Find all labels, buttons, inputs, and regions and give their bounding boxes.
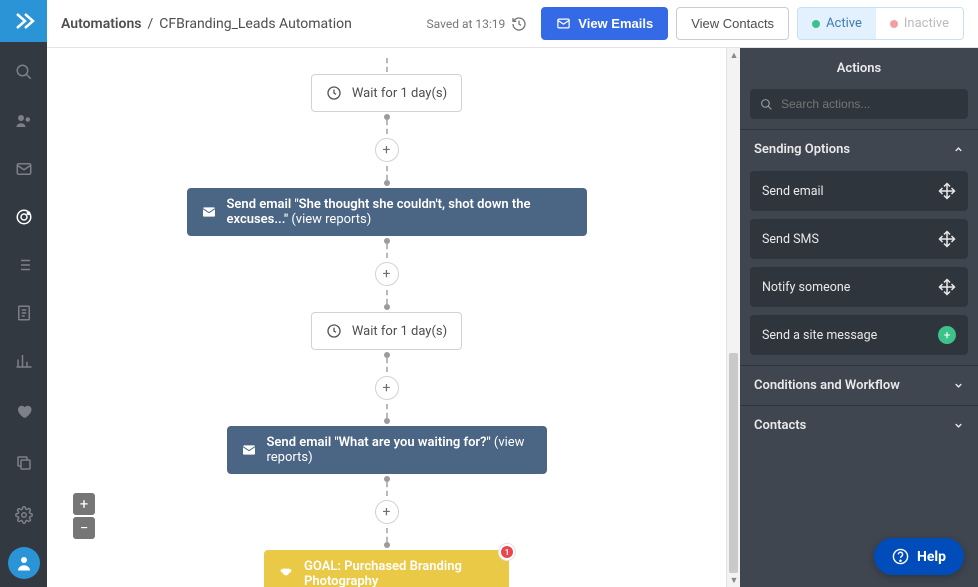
view-emails-label: View Emails [578,16,653,31]
action-site-message[interactable]: Send a site message + [750,315,968,355]
envelope-icon [241,442,257,458]
zoom-in-button[interactable]: + [73,493,95,515]
clock-icon [326,323,342,339]
wait-node-label: Wait for 1 day(s) [352,86,447,101]
section-conditions: Conditions and Workflow [740,365,978,405]
search-icon [760,98,773,111]
move-icon [938,230,956,248]
move-icon [938,278,956,296]
add-node-button[interactable]: + [375,376,399,400]
forms-icon[interactable] [0,295,47,331]
envelope-icon [201,204,217,220]
canvas-area: Wait for 1 day(s) + Send email "She thou… [47,48,740,587]
contacts-icon[interactable] [0,102,47,138]
panel-title: Actions [740,48,978,89]
actions-panel: Actions Sending Options Send email Send … [740,48,978,587]
saved-indicator: Saved at 13:19 [427,16,528,32]
view-emails-button[interactable]: View Emails [541,7,668,40]
status-inactive-label: Inactive [904,16,949,31]
top-header: Automations / CFBranding_Leads Automatio… [47,0,978,48]
section-head-contacts[interactable]: Contacts [740,406,978,445]
section-label: Conditions and Workflow [754,378,900,393]
logo[interactable] [0,0,47,42]
scroll-up-arrow[interactable]: ▲ [727,48,741,62]
zoom-controls: + − [73,493,95,539]
list-icon[interactable] [0,247,47,283]
chevron-down-icon [953,420,964,431]
automation-canvas[interactable]: Wait for 1 day(s) + Send email "She thou… [47,48,726,587]
move-icon [938,182,956,200]
scroll-down-arrow[interactable]: ▼ [727,573,741,587]
action-label: Send a site message [762,328,877,343]
goal-node-label: GOAL: Purchased Branding Photography [304,559,495,587]
chevron-down-icon [953,380,964,391]
automations-icon[interactable] [0,199,47,235]
status-toggle: Active Inactive [797,7,964,40]
breadcrumb-separator: / [148,16,154,32]
actions-search-input[interactable] [781,97,958,111]
node-notification-badge[interactable]: 1 [498,543,516,561]
action-send-email[interactable]: Send email [750,171,968,211]
avatar[interactable] [8,547,40,579]
send-email-node[interactable]: Send email "What are you waiting for?" (… [227,426,547,474]
envelope-icon [556,16,571,31]
section-sending-options: Sending Options Send email Send SMS Noti… [740,129,978,365]
action-label: Send email [762,184,824,199]
wait-node[interactable]: Wait for 1 day(s) [311,312,462,350]
chevron-up-icon [953,144,964,155]
help-label: Help [917,549,946,565]
add-node-button[interactable]: + [375,138,399,162]
status-active-label: Active [826,16,862,31]
trophy-icon [278,566,294,582]
email-node-text: Send email "She thought she couldn't, sh… [227,197,573,227]
wait-node-label: Wait for 1 day(s) [352,324,447,339]
inactive-dot [890,20,898,28]
history-icon[interactable] [511,16,527,32]
heart-icon[interactable] [0,391,47,431]
action-label: Notify someone [762,280,850,295]
vertical-scrollbar[interactable]: ▲ ▼ [726,48,740,587]
action-label: Send SMS [762,232,819,247]
zoom-out-button[interactable]: − [73,517,95,539]
view-contacts-label: View Contacts [691,16,774,31]
left-icon-sidebar [0,0,47,587]
search-icon[interactable] [0,54,47,90]
add-node-button[interactable]: + [375,262,399,286]
section-head-sending[interactable]: Sending Options [740,130,978,169]
plus-icon: + [938,326,956,344]
clock-icon [326,85,342,101]
breadcrumb: Automations / CFBranding_Leads Automatio… [61,16,352,32]
active-dot [812,20,820,28]
help-icon [892,548,909,565]
copy-icon[interactable] [0,443,47,483]
status-inactive-button[interactable]: Inactive [876,8,963,39]
breadcrumb-current: CFBranding_Leads Automation [159,16,352,32]
send-email-node[interactable]: Send email "She thought she couldn't, sh… [187,188,587,236]
goal-node[interactable]: GOAL: Purchased Branding Photography 1 [264,550,509,587]
scroll-thumb[interactable] [729,353,738,573]
breadcrumb-root[interactable]: Automations [61,16,142,32]
wait-node[interactable]: Wait for 1 day(s) [311,74,462,112]
saved-text: Saved at 13:19 [427,17,506,31]
actions-search[interactable] [750,89,968,119]
action-send-sms[interactable]: Send SMS [750,219,968,259]
section-label: Contacts [754,418,806,433]
view-contacts-button[interactable]: View Contacts [676,7,789,40]
section-label: Sending Options [754,142,850,157]
email-node-text: Send email "What are you waiting for?" (… [267,435,533,465]
section-head-conditions[interactable]: Conditions and Workflow [740,366,978,405]
status-active-button[interactable]: Active [798,8,876,39]
action-notify-someone[interactable]: Notify someone [750,267,968,307]
section-contacts: Contacts [740,405,978,445]
gear-icon[interactable] [0,495,47,535]
help-button[interactable]: Help [874,538,964,575]
reports-icon[interactable] [0,343,47,379]
campaigns-icon[interactable] [0,151,47,187]
add-node-button[interactable]: + [375,500,399,524]
